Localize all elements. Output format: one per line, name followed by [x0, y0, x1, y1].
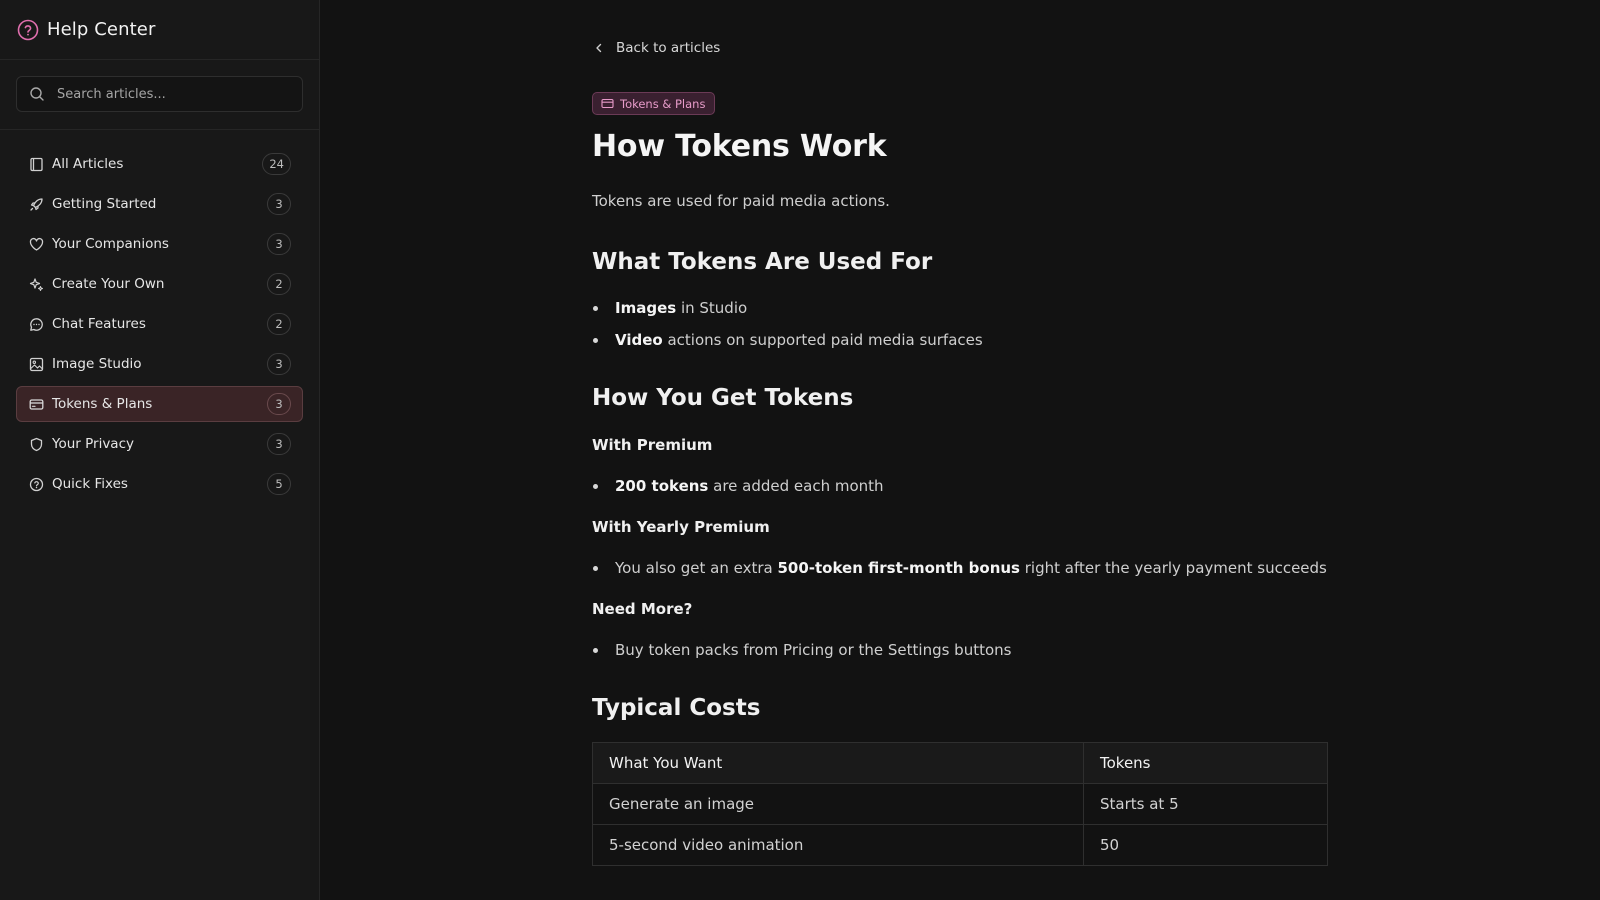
book-icon — [28, 156, 45, 173]
bullet-emphasis: 500-token first-month bonus — [777, 559, 1020, 577]
list-item: 200 tokens are added each month — [592, 477, 884, 495]
article-count-badge: 5 — [267, 473, 291, 495]
sidebar-item-label: Getting Started — [52, 196, 157, 212]
list-item: You also get an extra 500-token first-mo… — [592, 559, 1327, 577]
bullet-dot — [593, 483, 598, 489]
article-intro: Tokens are used for paid media actions. — [592, 192, 890, 210]
table-header-row: What You Want Tokens — [592, 742, 1328, 784]
article-count-badge: 3 — [267, 233, 291, 255]
table-row: Generate an image Starts at 5 — [592, 783, 1328, 825]
subheading-premium: With Premium — [592, 436, 713, 454]
sidebar-item-getting-started[interactable]: Getting Started 3 — [16, 186, 303, 222]
section-heading-uses: What Tokens Are Used For — [592, 249, 933, 275]
sidebar-item-your-privacy[interactable]: Your Privacy 3 — [16, 426, 303, 462]
sidebar-item-label: Chat Features — [52, 316, 146, 332]
article-count-badge: 3 — [267, 193, 291, 215]
search-icon — [29, 85, 47, 103]
sidebar-item-label: Create Your Own — [52, 276, 165, 292]
credit-card-icon — [601, 97, 614, 110]
chat-bubble-icon — [28, 316, 45, 333]
search-box[interactable] — [16, 76, 303, 112]
bullet-text: You also get an extra — [615, 559, 778, 577]
sidebar-item-all-articles[interactable]: All Articles 24 — [16, 146, 303, 182]
article-count-badge: 3 — [267, 353, 291, 375]
credit-card-icon — [28, 396, 45, 413]
table-cell: Generate an image — [592, 783, 1084, 825]
category-tag-label: Tokens & Plans — [620, 96, 706, 111]
bullet-text: Buy token packs from Pricing or the Sett… — [615, 641, 1012, 659]
app-title: Help Center — [47, 19, 156, 40]
subheading-need-more: Need More? — [592, 600, 693, 618]
article-pane: Back to articles Tokens & Plans How Toke… — [320, 0, 1600, 900]
bullet-text: in Studio — [676, 299, 748, 317]
subheading-yearly-premium: With Yearly Premium — [592, 518, 770, 536]
bullet-text: actions on supported paid media surfaces — [662, 331, 983, 349]
costs-table: What You Want Tokens Generate an image S… — [592, 742, 1328, 866]
back-link-label: Back to articles — [616, 40, 721, 56]
table-cell: Starts at 5 — [1083, 783, 1328, 825]
sidebar-item-image-studio[interactable]: Image Studio 3 — [16, 346, 303, 382]
help-circle-logo-icon — [17, 19, 39, 41]
sparkles-icon — [28, 276, 45, 293]
table-row: 5-second video animation 50 — [592, 824, 1328, 866]
bullet-dot — [593, 305, 598, 311]
article-count-badge: 2 — [267, 313, 291, 335]
sidebar-item-label: All Articles — [52, 156, 124, 172]
article-count-badge: 3 — [267, 433, 291, 455]
list-item: Images in Studio — [592, 299, 747, 317]
sidebar-item-tokens-plans[interactable]: Tokens & Plans 3 — [16, 386, 303, 422]
article-count-badge: 24 — [262, 153, 291, 175]
column-header: Tokens — [1083, 742, 1328, 784]
bullet-dot — [593, 337, 598, 343]
sidebar: Help Center All Articles 24 Getting Star… — [0, 0, 320, 900]
bullet-dot — [593, 565, 598, 571]
list-item: Buy token packs from Pricing or the Sett… — [592, 641, 1011, 659]
article-count-badge: 3 — [267, 393, 291, 415]
sidebar-item-label: Your Companions — [52, 236, 169, 252]
search-input[interactable] — [57, 86, 287, 102]
category-tag: Tokens & Plans — [592, 92, 716, 115]
heart-icon — [28, 236, 45, 253]
chevron-left-icon — [592, 40, 608, 56]
bullet-dot — [593, 647, 598, 653]
sidebar-item-label: Quick Fixes — [52, 476, 128, 492]
rocket-icon — [28, 196, 45, 213]
shield-icon — [28, 436, 45, 453]
sidebar-item-label: Your Privacy — [52, 436, 134, 452]
article-title: How Tokens Work — [592, 129, 887, 164]
sidebar-item-label: Tokens & Plans — [52, 396, 153, 412]
bullet-emphasis: Images — [615, 299, 677, 317]
sidebar-item-your-companions[interactable]: Your Companions 3 — [16, 226, 303, 262]
bullet-emphasis: Video — [615, 331, 663, 349]
sidebar-item-label: Image Studio — [52, 356, 142, 372]
bullet-text: right after the yearly payment succeeds — [1019, 559, 1327, 577]
search-section — [0, 60, 319, 130]
column-header: What You Want — [592, 742, 1084, 784]
category-nav: All Articles 24 Getting Started 3 Your C… — [0, 130, 319, 502]
bullet-text: are added each month — [708, 477, 884, 495]
section-heading-get-tokens: How You Get Tokens — [592, 385, 854, 411]
list-item: Video actions on supported paid media su… — [592, 331, 983, 349]
bullet-emphasis: 200 tokens — [615, 477, 709, 495]
back-to-articles-link[interactable]: Back to articles — [592, 40, 720, 56]
article-count-badge: 2 — [267, 273, 291, 295]
sidebar-item-create-your-own[interactable]: Create Your Own 2 — [16, 266, 303, 302]
sidebar-header: Help Center — [0, 0, 319, 60]
section-heading-typical-costs: Typical Costs — [592, 695, 761, 721]
table-cell: 5-second video animation — [592, 824, 1084, 866]
sidebar-item-chat-features[interactable]: Chat Features 2 — [16, 306, 303, 342]
image-icon — [28, 356, 45, 373]
sidebar-item-quick-fixes[interactable]: Quick Fixes 5 — [16, 466, 303, 502]
table-cell: 50 — [1083, 824, 1328, 866]
help-circle-icon — [28, 476, 45, 493]
